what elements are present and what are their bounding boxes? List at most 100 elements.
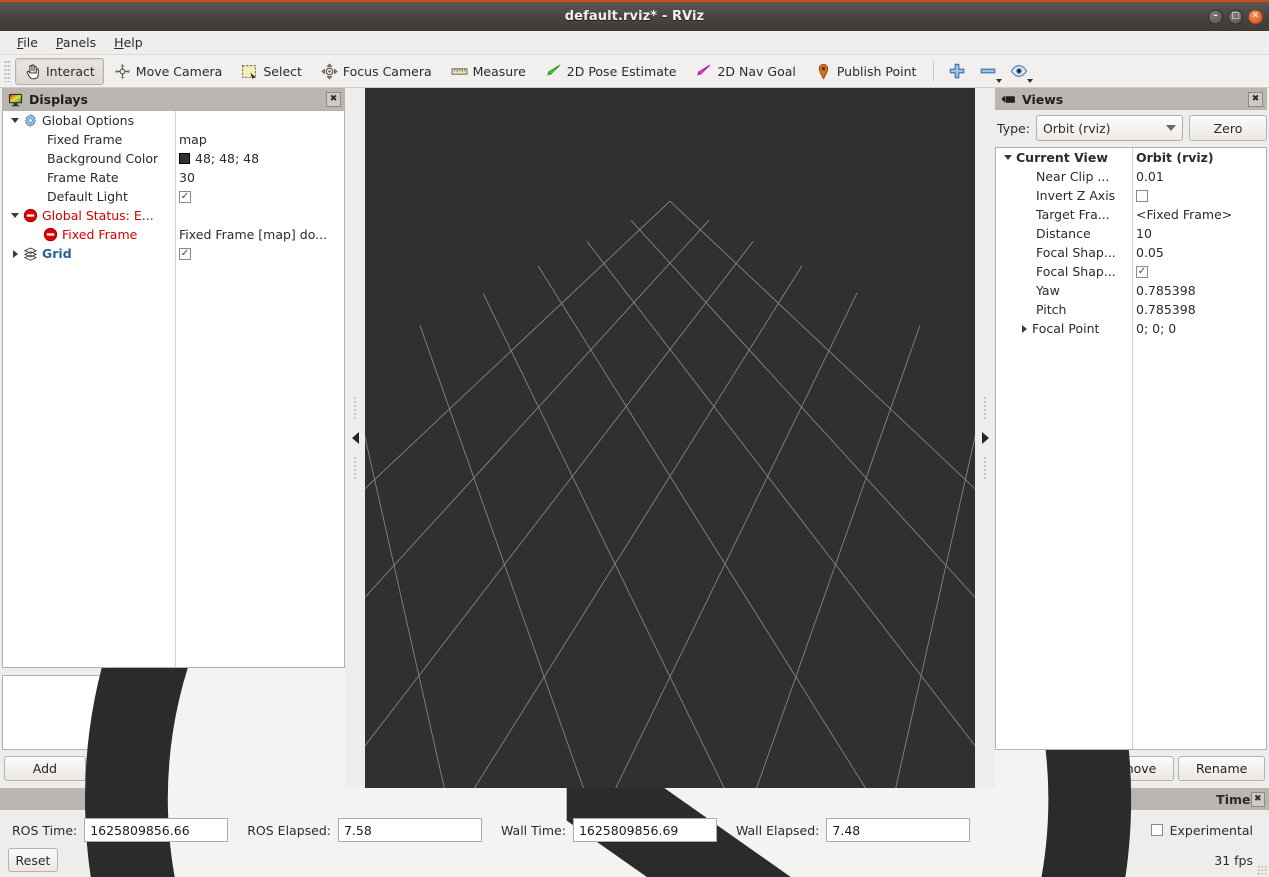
minimize-button[interactable]: – [1208,9,1223,24]
maximize-icon: □ [1231,12,1240,21]
zero-view-button[interactable]: Zero [1189,115,1267,141]
wall-time-input[interactable]: 1625809856.69 [573,818,717,842]
tool-interact[interactable]: Interact [15,58,104,85]
render-viewport-3d[interactable] [365,88,975,788]
menu-panels[interactable]: Panels [47,33,105,52]
tool-focus-camera-label: Focus Camera [343,64,432,79]
toolbar-drag-handle[interactable] [4,60,11,82]
ros-time-input[interactable]: 1625809856.66 [84,818,228,842]
experimental-checkbox[interactable] [1151,824,1163,836]
view-value-focal-shape-size[interactable]: 0.05 [1136,245,1164,260]
view-row-current-view[interactable]: Current View Orbit (rviz) [996,148,1266,167]
views-tree[interactable]: Current View Orbit (rviz) Near Clip ... … [995,147,1267,750]
display-row-grid[interactable]: Grid ✓ [3,244,344,263]
display-row-frame-rate[interactable]: Frame Rate 30 [3,168,344,187]
ros-elapsed-input[interactable]: 7.58 [338,818,482,842]
remove-tool-caret-icon[interactable] [996,79,1002,83]
view-row-distance[interactable]: Distance 10 [996,224,1266,243]
view-value-target-frame[interactable]: <Fixed Frame> [1136,207,1232,222]
view-type-select[interactable]: Orbit (rviz) [1036,115,1183,141]
wall-elapsed-input[interactable]: 7.48 [826,818,970,842]
tool-2d-nav-goal[interactable]: 2D Nav Goal [686,58,804,85]
display-label-grid: Grid [42,246,72,261]
toolbar-tool-properties-button[interactable] [1004,58,1034,85]
view-row-yaw[interactable]: Yaw 0.785398 [996,281,1266,300]
menu-help-label: elp [124,35,143,50]
display-row-global-options[interactable]: Global Options [3,111,344,130]
view-row-focal-shape-size[interactable]: Focal Shap... 0.05 [996,243,1266,262]
views-panel-close-button[interactable]: ✖ [1248,92,1263,107]
view-value-distance[interactable]: 10 [1136,226,1152,241]
ruler-icon [451,63,468,80]
focal-shape-fixed-size-checkbox[interactable]: ✓ [1136,266,1148,278]
invert-z-axis-checkbox[interactable] [1136,190,1148,202]
view-value-pitch[interactable]: 0.785398 [1136,302,1196,317]
ros-elapsed-label: ROS Elapsed: [247,823,331,838]
status-fixed-frame-value-text: Fixed Frame [map] do... [179,227,327,242]
green-arrow-icon [545,63,562,80]
tool-measure[interactable]: Measure [442,58,535,85]
view-label-focal-shape-fixed-size: Focal Shap... [1036,264,1116,279]
view-value-invert-z-axis[interactable] [1136,190,1148,202]
time-panel-header: Time ✖ [0,788,1269,810]
display-value-background-color[interactable]: 48; 48; 48 [179,151,259,166]
tool-select[interactable]: Select [232,58,311,85]
display-value-grid[interactable]: ✓ [179,248,191,260]
default-light-checkbox[interactable]: ✓ [179,191,191,203]
close-button[interactable]: ✕ [1248,9,1263,24]
monitor-icon [8,92,23,107]
view-value-focal-shape-fixed-size[interactable]: ✓ [1136,266,1148,278]
tool-publish-point[interactable]: Publish Point [806,58,926,85]
view-row-focal-shape-fixed-size[interactable]: Focal Shap... ✓ [996,262,1266,281]
time-panel-close-button[interactable]: ✖ [1251,792,1266,807]
left-panel-collapse-splitter[interactable] [345,88,365,788]
view-value-yaw[interactable]: 0.785398 [1136,283,1196,298]
resize-grip[interactable] [1257,865,1267,875]
move-camera-icon [114,63,131,80]
right-panel-collapse-splitter[interactable] [975,88,995,788]
display-row-background-color[interactable]: Background Color 48; 48; 48 [3,149,344,168]
minimize-icon: – [1213,12,1218,21]
tool-move-camera[interactable]: Move Camera [105,58,232,85]
view-value-near-clip-distance[interactable]: 0.01 [1136,169,1164,184]
view-row-focal-point[interactable]: Focal Point 0; 0; 0 [996,319,1266,338]
display-value-fixed-frame[interactable]: map [179,132,207,147]
tool-2d-pose-estimate[interactable]: 2D Pose Estimate [536,58,686,85]
display-value-frame-rate[interactable]: 30 [179,170,195,185]
view-row-target-frame[interactable]: Target Fra... <Fixed Frame> [996,205,1266,224]
tool-properties-caret-icon[interactable] [1027,79,1033,83]
focal-shape-size-value-text: 0.05 [1136,245,1164,260]
expander-global-options[interactable] [7,118,23,123]
grid-enabled-checkbox[interactable]: ✓ [179,248,191,260]
expander-current-view[interactable] [1000,155,1016,160]
toolbar-remove-tool-button[interactable] [973,58,1003,85]
display-value-default-light[interactable]: ✓ [179,191,191,203]
display-row-fixed-frame[interactable]: Fixed Frame map [3,130,344,149]
ros-time-label: ROS Time: [12,823,77,838]
experimental-toggle[interactable]: Experimental [1151,823,1253,838]
toolbar-add-tool-button[interactable] [942,58,972,85]
view-row-invert-z-axis[interactable]: Invert Z Axis [996,186,1266,205]
displays-panel-close-button[interactable]: ✖ [326,92,341,107]
collapse-left-arrow-icon[interactable] [352,432,359,444]
menu-help[interactable]: Help [105,33,152,52]
tool-focus-camera[interactable]: Focus Camera [312,58,441,85]
view-value-focal-point[interactable]: 0; 0; 0 [1136,321,1176,336]
current-view-value-text: Orbit (rviz) [1136,150,1214,165]
menu-file[interactable]: File [8,33,47,52]
reset-time-button[interactable]: Reset [8,848,58,872]
expander-focal-point[interactable] [1016,325,1032,333]
maximize-button[interactable]: □ [1228,9,1243,24]
displays-tree[interactable]: Global Options Fixed Frame map Backgroun… [2,110,345,668]
display-row-global-status[interactable]: Global Status: E... [3,206,344,225]
display-row-default-light[interactable]: Default Light ✓ [3,187,344,206]
expander-global-status[interactable] [7,213,23,218]
minus-icon [979,62,997,80]
expander-grid[interactable] [7,250,23,258]
display-row-status-fixed-frame[interactable]: Fixed Frame Fixed Frame [map] do... [3,225,344,244]
error-icon [43,227,58,242]
view-row-near-clip-distance[interactable]: Near Clip ... 0.01 [996,167,1266,186]
window-title: default.rviz* - RViz [565,9,704,24]
collapse-right-arrow-icon[interactable] [982,432,989,444]
view-row-pitch[interactable]: Pitch 0.785398 [996,300,1266,319]
